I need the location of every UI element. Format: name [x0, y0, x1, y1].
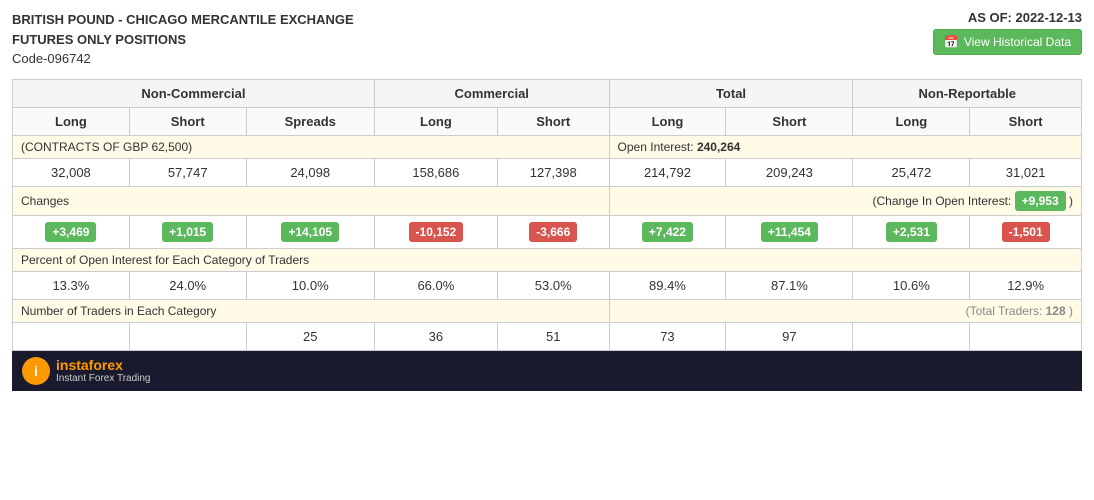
contracts-label: (CONTRACTS OF GBP 62,500)	[13, 135, 610, 158]
traders-label: Number of Traders in Each Category	[13, 299, 610, 322]
badge-nr-long: +2,531	[853, 215, 970, 248]
pct-label: Percent of Open Interest for Each Catego…	[13, 248, 1082, 271]
traders-nr-long	[853, 322, 970, 350]
col-header-short4: Short	[970, 107, 1082, 135]
traders-t-long: 73	[609, 322, 726, 350]
badges-row: +3,469 +1,015 +14,105 -10,152 -3,666 +7,…	[13, 215, 1082, 248]
traders-nc-spreads: 25	[246, 322, 374, 350]
total-traders-cell: (Total Traders: 128 )	[609, 299, 1081, 322]
traders-data-row: 25 36 51 73 97	[13, 322, 1082, 350]
instaforex-tagline: Instant Forex Trading	[56, 373, 151, 384]
pct-data-row: 13.3% 24.0% 10.0% 66.0% 53.0% 89.4% 87.1…	[13, 271, 1082, 299]
badge-c-short: -3,666	[497, 215, 609, 248]
view-historical-button[interactable]: 📅 View Historical Data	[933, 29, 1082, 55]
col-header-long2: Long	[374, 107, 497, 135]
pct-c-short: 53.0%	[497, 271, 609, 299]
col-header-long1: Long	[13, 107, 130, 135]
pct-section-row: Percent of Open Interest for Each Catego…	[13, 248, 1082, 271]
traders-c-long: 36	[374, 322, 497, 350]
pct-nc-short: 24.0%	[129, 271, 246, 299]
badge-nc-spreads: +14,105	[246, 215, 374, 248]
calendar-icon: 📅	[944, 35, 959, 49]
title-line3: Code-096742	[12, 49, 354, 69]
traders-nc-long	[13, 322, 130, 350]
val-nc-short: 57,747	[129, 158, 246, 186]
contracts-row: (CONTRACTS OF GBP 62,500) Open Interest:…	[13, 135, 1082, 158]
group-header-non-reportable: Non-Reportable	[853, 79, 1082, 107]
title-line1: BRITISH POUND - CHICAGO MERCANTILE EXCHA…	[12, 10, 354, 30]
group-header-commercial: Commercial	[374, 79, 609, 107]
pct-nc-long: 13.3%	[13, 271, 130, 299]
val-nr-long: 25,472	[853, 158, 970, 186]
instaforex-bar: i instaforex Instant Forex Trading	[12, 351, 1082, 391]
col-header-short3: Short	[726, 107, 853, 135]
badge-nc-short: +1,015	[129, 215, 246, 248]
pct-t-short: 87.1%	[726, 271, 853, 299]
open-interest-value: 240,264	[697, 140, 740, 154]
cot-table: Non-Commercial Commercial Total Non-Repo…	[12, 79, 1082, 351]
badge-t-long: +7,422	[609, 215, 726, 248]
badge-t-short: +11,454	[726, 215, 853, 248]
open-interest-label: Open Interest:	[618, 140, 694, 154]
view-historical-label: View Historical Data	[964, 35, 1071, 49]
instaforex-logo: i instaforex Instant Forex Trading	[22, 357, 151, 385]
instaforex-text-block: instaforex Instant Forex Trading	[56, 357, 151, 384]
col-header-long4: Long	[853, 107, 970, 135]
badge-c-long: -10,152	[374, 215, 497, 248]
traders-nc-short	[129, 322, 246, 350]
badge-nc-long: +3,469	[13, 215, 130, 248]
badge-nr-short: -1,501	[970, 215, 1082, 248]
group-header-non-commercial: Non-Commercial	[13, 79, 375, 107]
change-oi-label: (Change In Open Interest:	[873, 194, 1012, 208]
val-nc-spreads: 24,098	[246, 158, 374, 186]
right-block: AS OF: 2022-12-13 📅 View Historical Data	[933, 10, 1082, 55]
changes-label-row: Changes (Change In Open Interest: +9,953…	[13, 186, 1082, 215]
change-oi-close: )	[1069, 194, 1073, 208]
change-oi-value: +9,953	[1015, 191, 1066, 211]
total-traders-label: (Total Traders:	[966, 304, 1043, 318]
pct-nr-short: 12.9%	[970, 271, 1082, 299]
traders-c-short: 51	[497, 322, 609, 350]
change-open-interest-cell: (Change In Open Interest: +9,953 )	[609, 186, 1081, 215]
val-c-short: 127,398	[497, 158, 609, 186]
total-traders-value: 128	[1046, 304, 1066, 318]
pct-nc-spreads: 10.0%	[246, 271, 374, 299]
main-container: BRITISH POUND - CHICAGO MERCANTILE EXCHA…	[0, 0, 1094, 391]
val-c-long: 158,686	[374, 158, 497, 186]
traders-section-row: Number of Traders in Each Category (Tota…	[13, 299, 1082, 322]
pct-c-long: 66.0%	[374, 271, 497, 299]
val-nc-long: 32,008	[13, 158, 130, 186]
open-interest-cell: Open Interest: 240,264	[609, 135, 1081, 158]
pct-nr-long: 10.6%	[853, 271, 970, 299]
as-of-date: AS OF: 2022-12-13	[933, 10, 1082, 25]
changes-label: Changes	[13, 186, 610, 215]
val-t-short: 209,243	[726, 158, 853, 186]
instaforex-icon: i	[22, 357, 50, 385]
col-header-short2: Short	[497, 107, 609, 135]
val-nr-short: 31,021	[970, 158, 1082, 186]
group-header-total: Total	[609, 79, 853, 107]
title-line2: FUTURES ONLY POSITIONS	[12, 30, 354, 50]
header-row: BRITISH POUND - CHICAGO MERCANTILE EXCHA…	[12, 10, 1082, 69]
col-header-short1: Short	[129, 107, 246, 135]
val-t-long: 214,792	[609, 158, 726, 186]
total-traders-close: )	[1069, 304, 1073, 318]
col-header-spreads: Spreads	[246, 107, 374, 135]
col-header-long3: Long	[609, 107, 726, 135]
title-block: BRITISH POUND - CHICAGO MERCANTILE EXCHA…	[12, 10, 354, 69]
traders-nr-short	[970, 322, 1082, 350]
traders-t-short: 97	[726, 322, 853, 350]
instaforex-name: instaforex	[56, 357, 151, 373]
pct-t-long: 89.4%	[609, 271, 726, 299]
main-data-row: 32,008 57,747 24,098 158,686 127,398 214…	[13, 158, 1082, 186]
